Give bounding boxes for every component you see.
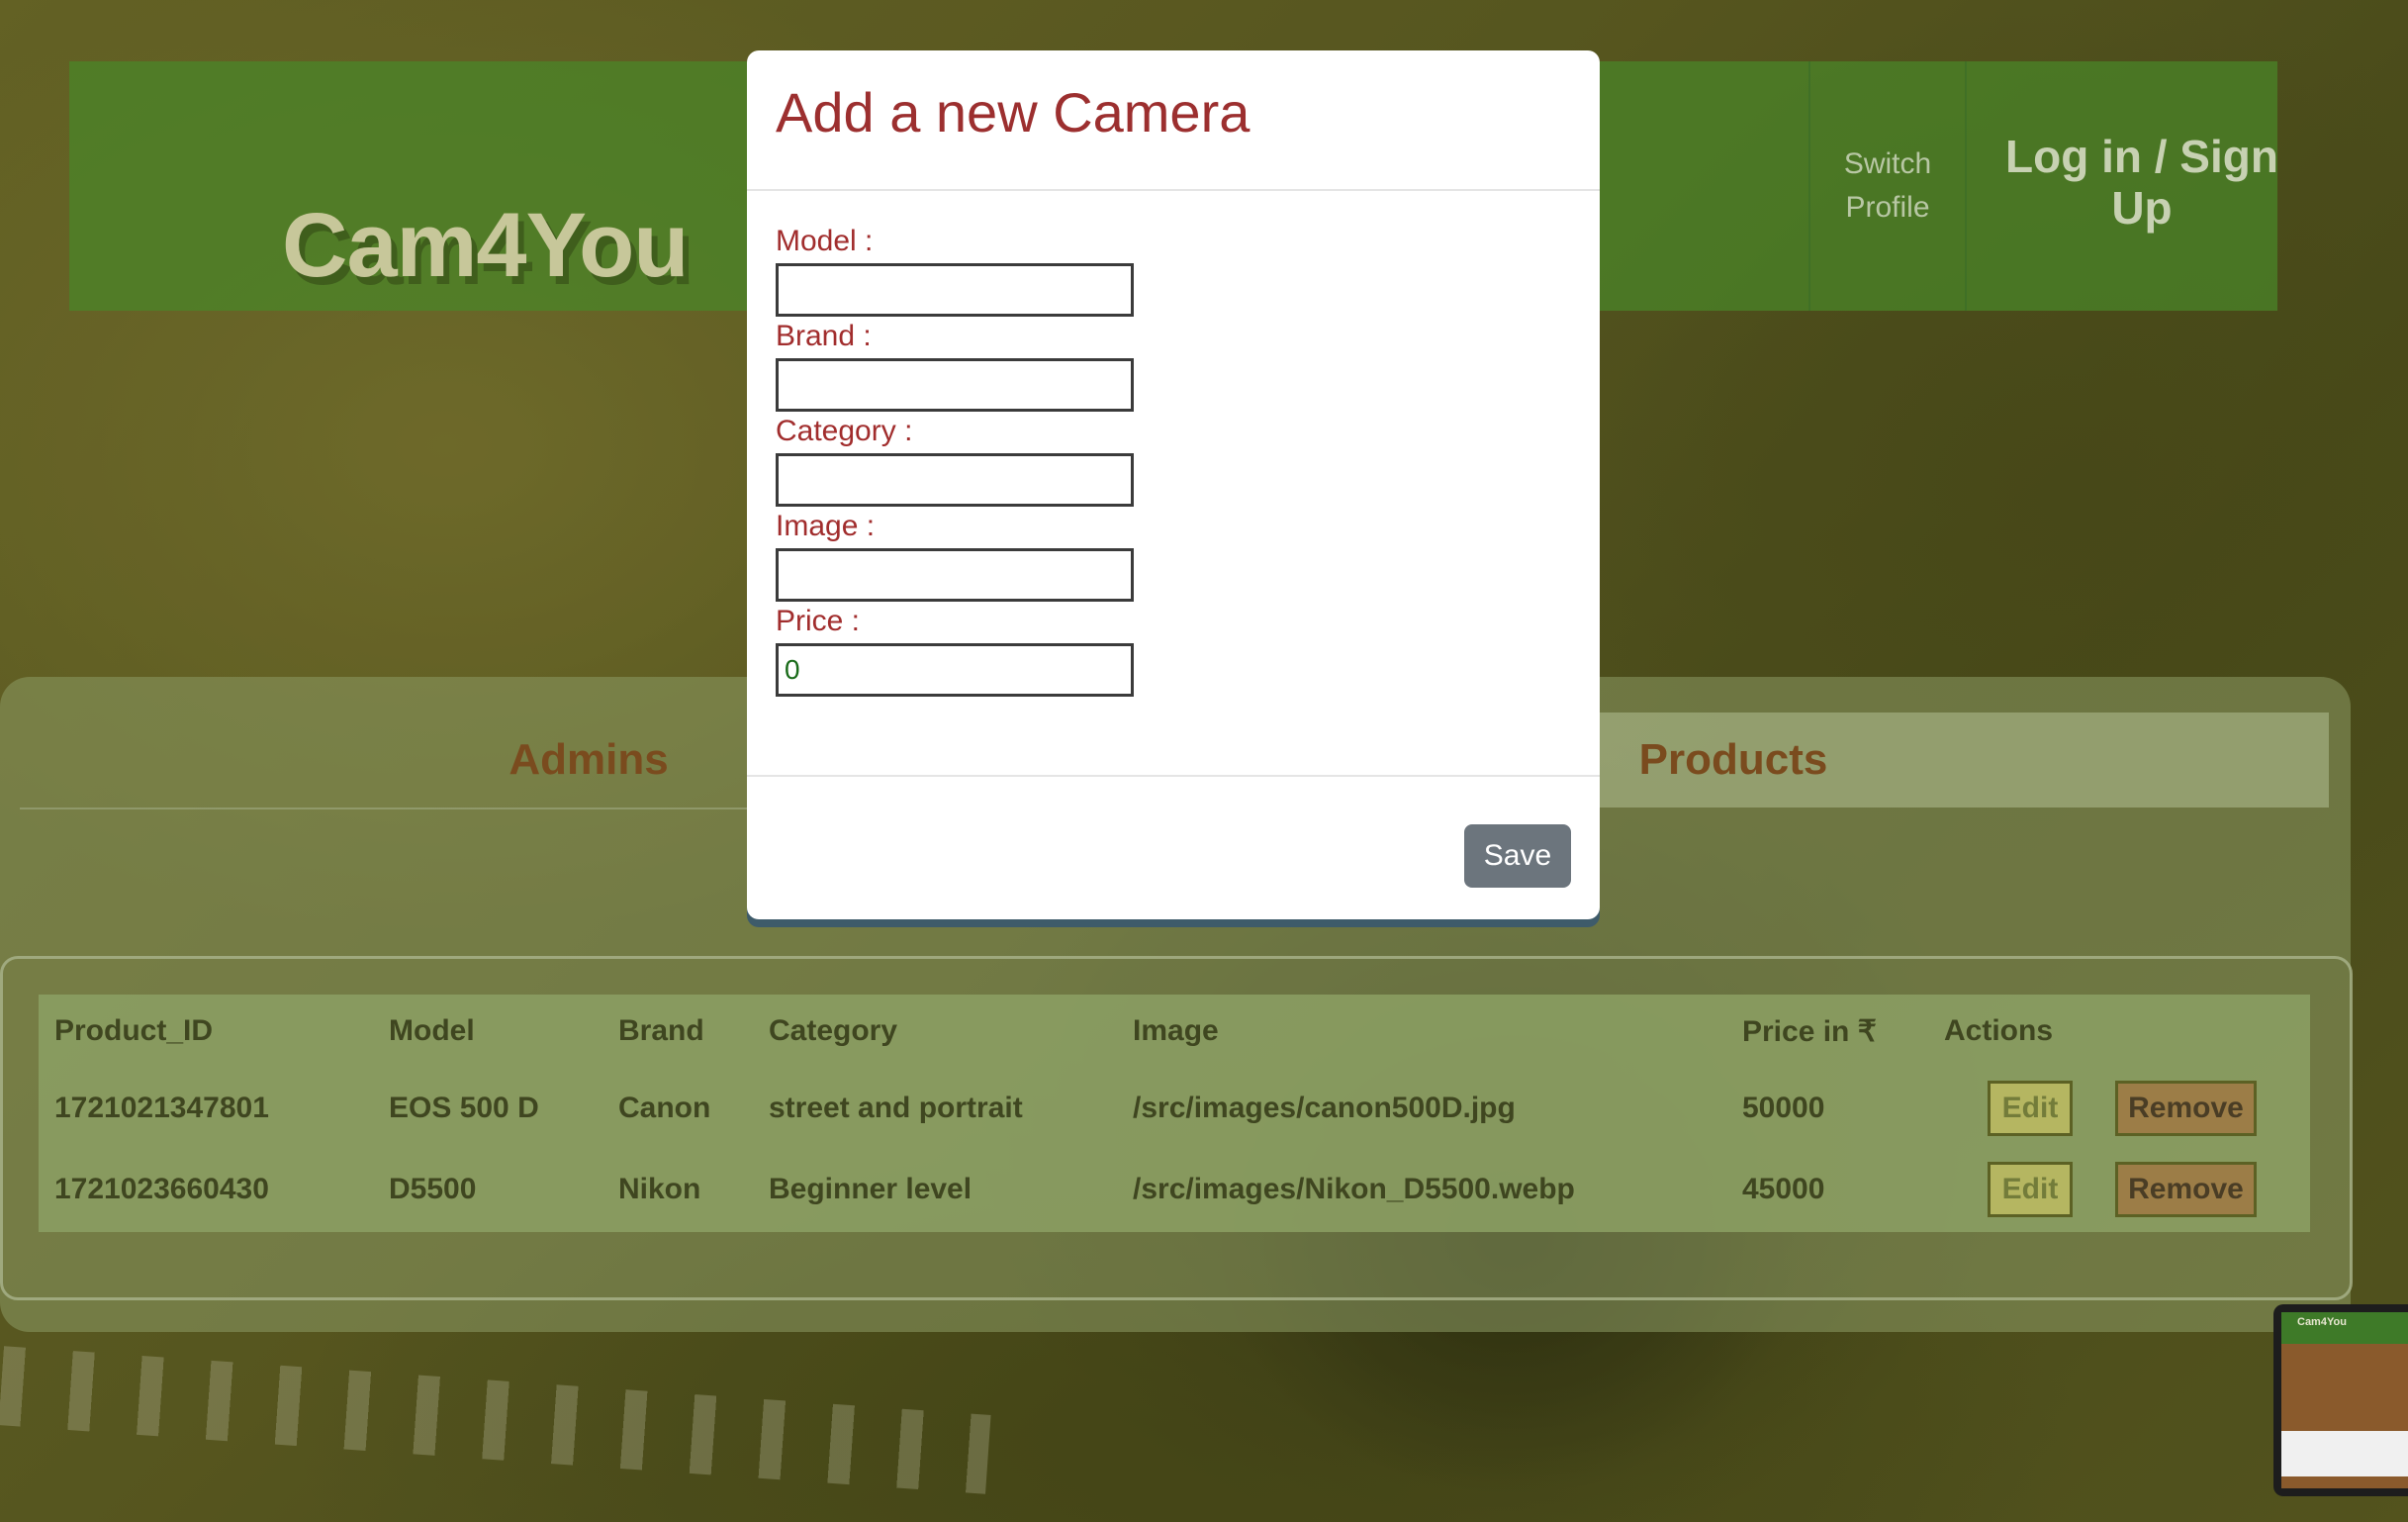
category-label: Category : bbox=[776, 415, 913, 447]
save-button[interactable]: Save bbox=[1464, 824, 1571, 888]
thumbnail-brand: Cam4You bbox=[2297, 1316, 2347, 1328]
brand-label: Brand : bbox=[776, 320, 872, 352]
modal-header: Add a new Camera bbox=[747, 50, 1600, 191]
brand-input[interactable] bbox=[776, 358, 1134, 412]
price-label: Price : bbox=[776, 605, 861, 637]
modal-body: Model : Brand : Category : Image : Price… bbox=[747, 191, 1600, 777]
price-input[interactable] bbox=[776, 643, 1134, 697]
image-label: Image : bbox=[776, 510, 876, 542]
thumbnail-table bbox=[2281, 1431, 2408, 1476]
modal-title: Add a new Camera bbox=[776, 81, 1250, 143]
image-input[interactable] bbox=[776, 548, 1134, 602]
category-input[interactable] bbox=[776, 453, 1134, 507]
screenshot-thumbnail[interactable]: Cam4You bbox=[2273, 1304, 2408, 1496]
model-input[interactable] bbox=[776, 263, 1134, 317]
model-label: Model : bbox=[776, 225, 874, 257]
add-camera-modal: Add a new Camera Model : Brand : Categor… bbox=[747, 50, 1600, 919]
